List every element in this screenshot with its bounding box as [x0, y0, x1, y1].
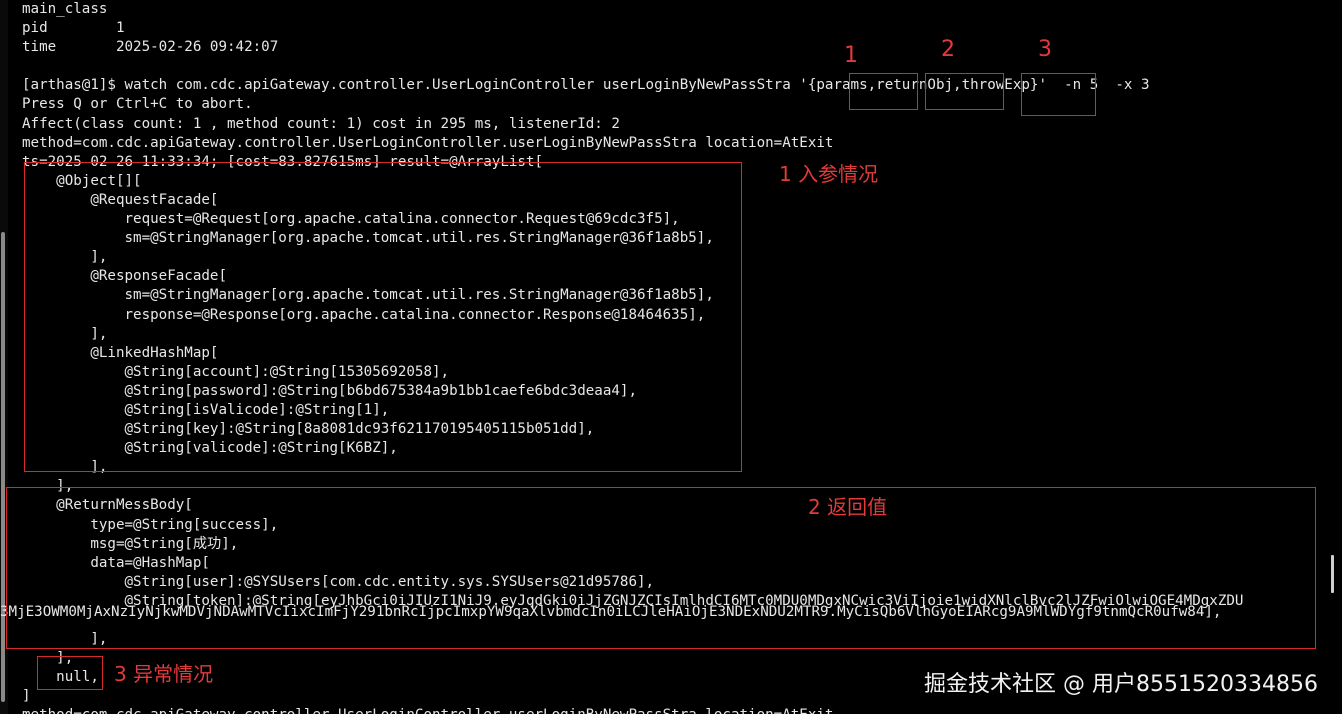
terminal-line: pid 1: [22, 20, 125, 37]
terminal-line: [arthas@1]$ watch com.cdc.apiGateway.con…: [22, 77, 1150, 94]
terminal-line: @Object[][: [22, 172, 142, 189]
terminal-line: sm=@StringManager[org.apache.tomcat.util…: [22, 287, 714, 304]
terminal-line: time 2025-02-26 09:42:07: [22, 39, 279, 56]
terminal-line: @String[account]:@String[15305692058],: [22, 363, 450, 380]
annotation-number-1: 1: [844, 43, 858, 68]
terminal-line: @RequestFacade[: [22, 191, 219, 208]
token-wrap-line: 3MjE3OWM0MjAxNzIyNjkwMDVjNDAwMTVcIixcImF…: [0, 604, 1222, 620]
annotation-throw-label: 3 异常情况: [114, 662, 214, 686]
terminal-line: ],: [22, 631, 108, 648]
terminal-line: data=@HashMap[: [22, 554, 210, 571]
watermark: 掘金技术社区 @ 用户8551520334856: [924, 672, 1318, 697]
terminal-line: Press Q or Ctrl+C to abort.: [22, 96, 253, 113]
terminal-line: @String[key]:@String[8a8081dc93f62117019…: [22, 421, 595, 438]
terminal-line: request=@Request[org.apache.catalina.con…: [22, 211, 680, 228]
terminal-line: @ResponseFacade[: [22, 268, 227, 285]
terminal-line: @String[password]:@String[b6bd675384a9b1…: [22, 382, 637, 399]
annotation-number-2: 2: [941, 37, 955, 62]
terminal-line: @LinkedHashMap[: [22, 344, 219, 361]
annotation-return-label: 2 返回值: [808, 495, 888, 519]
terminal-line: @String[isValicode]:@String[1],: [22, 401, 390, 418]
scrollbar-thumb[interactable]: [1, 232, 5, 702]
terminal-line: @String[valicode]:@String[K6BZ],: [22, 440, 398, 457]
terminal-line: @String[user]:@SYSUsers[com.cdc.entity.s…: [22, 573, 655, 590]
terminal-line: method=com.cdc.apiGateway.controller.Use…: [22, 706, 1334, 714]
terminal-window[interactable]: main_classpid 1 time 2025-02-26 09:42:07 […: [0, 0, 1342, 714]
terminal-line: ],: [22, 478, 74, 495]
terminal-line: msg=@String[成功],: [22, 535, 239, 552]
terminal-line: ],: [22, 249, 108, 266]
terminal-line: response=@Response[org.apache.catalina.c…: [22, 306, 706, 323]
terminal-line: method=com.cdc.apiGateway.controller.Use…: [22, 134, 834, 151]
right-scroll-indicator[interactable]: [1331, 555, 1334, 593]
annotation-number-3: 3: [1038, 37, 1052, 62]
terminal-line: sm=@StringManager[org.apache.tomcat.util…: [22, 230, 714, 247]
terminal-line: ],: [22, 325, 108, 342]
terminal-line: ts=2025 02 26 11:33:34; [cost=83.827615m…: [22, 153, 544, 170]
terminal-line: Affect(class count: 1 , method count: 1)…: [22, 115, 620, 132]
terminal-line: type=@String[success],: [22, 516, 279, 533]
terminal-line: main_class: [22, 1, 108, 17]
terminal-line: @ReturnMessBody[: [22, 497, 193, 514]
annotation-params-label: 1 入参情况: [779, 162, 879, 186]
terminal-line: ],: [22, 459, 108, 476]
